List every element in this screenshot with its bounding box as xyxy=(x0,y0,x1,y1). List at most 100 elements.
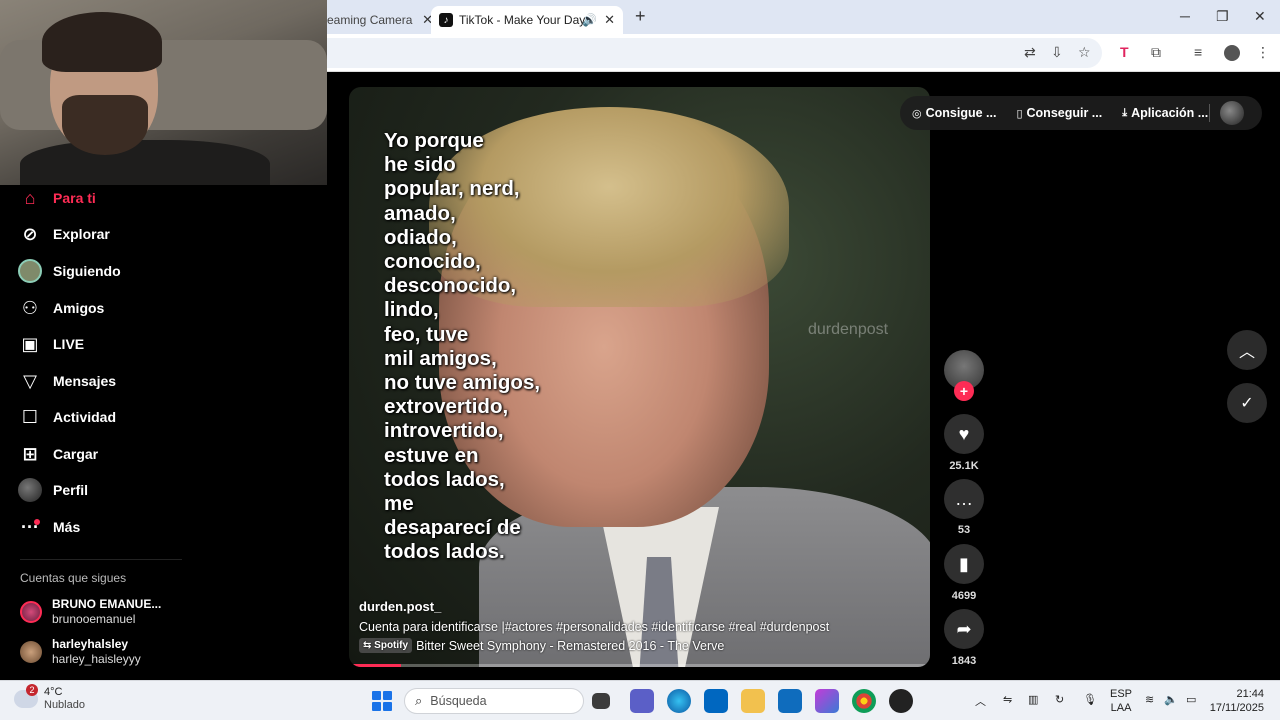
get-coins-button[interactable]: ◎ Consigue ... xyxy=(912,106,996,120)
sidebar-item-label: Mensajes xyxy=(53,373,117,389)
teams-icon[interactable] xyxy=(630,689,654,713)
live-icon: ▣ xyxy=(21,333,39,354)
bookmark-icon: ▮ xyxy=(959,553,969,574)
copilot-icon[interactable] xyxy=(815,689,839,713)
get-app-button[interactable]: ▯ Conseguir ... xyxy=(1016,106,1102,120)
avatar xyxy=(20,641,42,663)
profile-avatar-icon[interactable] xyxy=(1224,45,1240,61)
following-avatar xyxy=(18,259,42,283)
friends-icon: ⚇ xyxy=(21,297,39,318)
edge-icon[interactable] xyxy=(667,689,691,713)
next-video-button[interactable]: ✓ xyxy=(1227,383,1267,423)
video-progress-track[interactable] xyxy=(349,664,930,667)
sidebar-item-para-ti[interactable]: ⌂ Para ti xyxy=(18,185,96,211)
sidebar-item-live[interactable]: ▣ LIVE xyxy=(18,331,84,357)
system-clock[interactable]: 21:44 17/11/2025 xyxy=(1206,687,1264,715)
sidebar-item-label: Explorar xyxy=(53,226,110,242)
like-button[interactable]: ♥ xyxy=(944,414,984,454)
wifi-icon[interactable]: ≋ xyxy=(1145,693,1154,706)
sidebar-item-label: LIVE xyxy=(53,336,85,352)
minimize-button[interactable]: ─ xyxy=(1180,8,1190,24)
sidebar-item-label: Para ti xyxy=(53,190,96,206)
speaker-icon[interactable]: 🔊 xyxy=(582,13,597,27)
sidebar-item-cargar[interactable]: ⊞ Cargar xyxy=(18,441,98,467)
battery-icon[interactable]: ▭ xyxy=(1186,693,1196,706)
previous-video-button[interactable]: ︿ xyxy=(1227,330,1267,370)
weather-widget[interactable]: 2 4°C Nublado xyxy=(14,684,85,712)
tray-sync-icon[interactable]: ↻ xyxy=(1055,693,1064,706)
task-view-icon[interactable] xyxy=(592,693,610,709)
desktop-app-button[interactable]: ⤓ Aplicación ... xyxy=(1122,106,1208,120)
obs-icon[interactable] xyxy=(889,689,913,713)
following-account-item[interactable]: BRUNO EMANUE... brunooemanuel xyxy=(20,597,161,627)
tiktok-logo-icon: ♪ xyxy=(439,13,453,27)
person-hair xyxy=(42,12,162,72)
outlook-icon[interactable] xyxy=(778,689,802,713)
comment-button[interactable]: … xyxy=(944,479,984,519)
video-music[interactable]: ⇆ Spotify Bitter Sweet Symphony - Remast… xyxy=(359,638,724,653)
file-explorer-icon[interactable] xyxy=(741,689,765,713)
follow-plus-icon[interactable]: + xyxy=(954,381,974,401)
activity-icon: ☐ xyxy=(21,406,39,427)
browser-tabstrip: eaming Camera ✕ ♪ TikTok - Make Your Day… xyxy=(327,0,1280,34)
tray-app-icon[interactable]: ▥ xyxy=(1028,693,1038,706)
translate-icon[interactable]: ⇄ xyxy=(1024,44,1036,61)
save-button[interactable]: ▮ xyxy=(944,544,984,584)
video-description[interactable]: Cuenta para identificarse |#actores #per… xyxy=(359,620,829,634)
video-author[interactable]: durden.post_ xyxy=(359,599,441,614)
share-button[interactable]: ➦ xyxy=(944,609,984,649)
volume-icon[interactable]: 🔈 xyxy=(1164,693,1178,706)
tab-label: TikTok - Make Your Day xyxy=(459,13,586,27)
close-window-button[interactable]: ✕ xyxy=(1254,8,1266,25)
install-icon[interactable]: ⇩ xyxy=(1051,44,1063,61)
sidebar-item-siguiendo[interactable]: Siguiendo xyxy=(18,258,121,284)
sidebar-item-amigos[interactable]: ⚇ Amigos xyxy=(18,295,104,321)
following-title: Cuentas que sigues xyxy=(20,571,127,585)
profile-avatar xyxy=(18,478,42,502)
following-account-item[interactable]: harleyhalsley harley_haisleyyy xyxy=(20,637,141,667)
start-button[interactable] xyxy=(372,691,392,711)
media-control-icon[interactable]: ≡ xyxy=(1194,44,1202,60)
sidebar-item-label: Más xyxy=(53,519,81,535)
tab-streaming-camera[interactable]: eaming Camera ✕ xyxy=(327,6,433,34)
store-icon[interactable] xyxy=(704,689,728,713)
address-bar-row xyxy=(327,34,1280,72)
sidebar-item-actividad[interactable]: ☐ Actividad xyxy=(18,404,116,430)
language-indicator[interactable]: ESP LAA xyxy=(1110,687,1132,715)
webcam-overlay xyxy=(0,0,327,185)
extension-tp-icon[interactable]: T xyxy=(1120,44,1129,60)
user-avatar[interactable] xyxy=(1220,101,1244,125)
person-beard xyxy=(62,95,148,155)
home-icon: ⌂ xyxy=(24,187,36,208)
microphone-icon[interactable]: 🎙 xyxy=(1083,693,1097,706)
sidebar-item-label: Siguiendo xyxy=(53,263,121,279)
taskbar-search[interactable]: ⌕ Búsqueda xyxy=(404,688,584,714)
menu-kebab-icon[interactable]: ⋮ xyxy=(1256,44,1270,61)
heart-icon: ♥ xyxy=(958,423,970,444)
tab-label: eaming Camera xyxy=(327,13,413,27)
video-watermark: durdenpost xyxy=(808,321,889,338)
share-count: 1843 xyxy=(951,655,977,667)
phone-icon: ▯ xyxy=(1016,107,1023,120)
sidebar-item-perfil[interactable]: Perfil xyxy=(18,477,88,503)
maximize-button[interactable]: ❐ xyxy=(1216,8,1229,25)
sidebar-item-mas[interactable]: ··· Más xyxy=(18,514,80,540)
video-player[interactable]: Yo porque he sido popular, nerd, amado, … xyxy=(349,87,930,667)
close-icon[interactable]: ✕ xyxy=(604,12,615,28)
bookmark-star-icon[interactable]: ☆ xyxy=(1078,44,1091,61)
chevron-up-icon: ︿ xyxy=(1238,344,1255,361)
video-progress-fill xyxy=(349,664,402,667)
check-icon: ✓ xyxy=(1240,395,1254,412)
address-bar[interactable] xyxy=(327,38,1102,68)
extensions-puzzle-icon[interactable]: ⧉ xyxy=(1151,44,1161,61)
screen: eaming Camera ✕ ♪ TikTok - Make Your Day… xyxy=(0,0,1280,720)
tray-app-icon[interactable]: ⇋ xyxy=(1003,693,1012,706)
sidebar-item-explorar[interactable]: ⊘ Explorar xyxy=(18,221,110,247)
sidebar-item-mensajes[interactable]: ▽ Mensajes xyxy=(18,368,116,394)
chrome-icon[interactable] xyxy=(852,689,876,713)
tray-chevron-up-icon[interactable]: ︿ xyxy=(975,693,986,709)
tab-tiktok[interactable]: ♪ TikTok - Make Your Day 🔊 ✕ xyxy=(431,6,623,34)
new-tab-button[interactable]: + xyxy=(635,6,646,27)
search-placeholder: Búsqueda xyxy=(430,694,487,708)
sidebar: ⌂ Para ti ⊘ Explorar Siguiendo ⚇ Amigos … xyxy=(0,185,327,680)
